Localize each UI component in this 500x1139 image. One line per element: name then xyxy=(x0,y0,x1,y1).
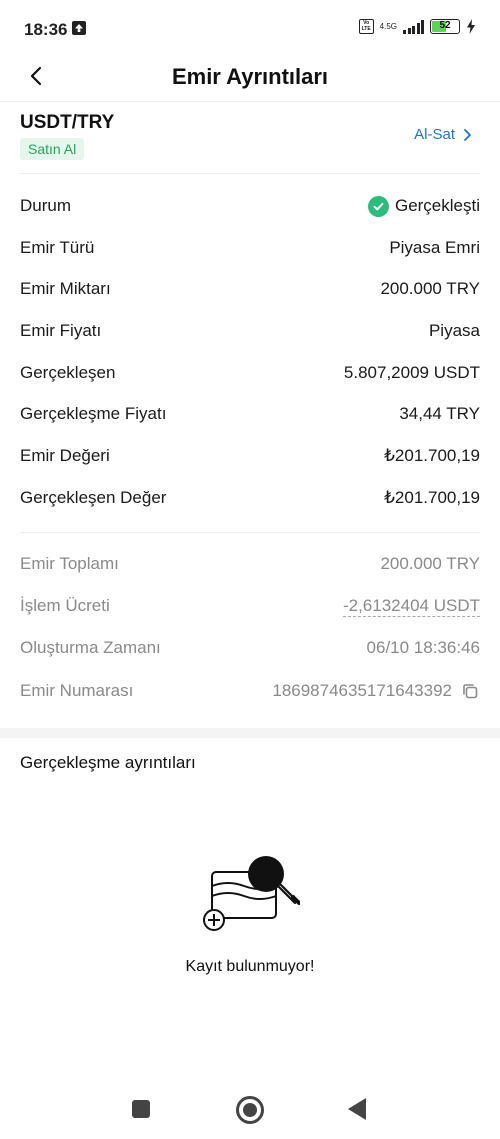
detail-row-status: Durum Gerçekleşti xyxy=(20,193,480,219)
network-type: 4.5G xyxy=(379,22,397,31)
order-number-value: 1869874635171643392 xyxy=(272,681,480,701)
price-label: Emir Fiyatı xyxy=(20,321,102,340)
charging-bolt-icon xyxy=(467,19,475,34)
filled-label: Gerçekleşen xyxy=(20,363,116,382)
system-nav-bar xyxy=(0,1082,500,1139)
amount-label: Emir Miktarı xyxy=(20,279,111,298)
pair-section: USDT/TRY Satın Al Al-Sat xyxy=(20,112,480,160)
side-badge: Satın Al xyxy=(20,138,85,160)
page-title: Emir Ayrıntıları xyxy=(171,64,329,89)
detail-row-order-value: Emir Değeri ₺201.700,19 xyxy=(20,443,480,469)
divider xyxy=(20,532,480,533)
order-type-value: Piyasa Emri xyxy=(389,238,480,257)
filled-value-value: ₺201.700,19 xyxy=(384,488,480,507)
home-button[interactable] xyxy=(236,1096,264,1124)
summary-row-fee: İşlem Ücreti -2,6132404 USDT xyxy=(20,593,480,619)
check-circle-icon xyxy=(367,195,389,217)
status-value-text: Gerçekleşti xyxy=(394,196,480,215)
battery-level: 52 xyxy=(439,20,451,31)
filled-value-label: Gerçekleşen Değer xyxy=(20,488,167,507)
detail-row-filled-price: Gerçekleşme Fiyatı 34,44 TRY xyxy=(20,401,480,427)
order-number-text: 1869874635171643392 xyxy=(272,681,452,700)
recent-apps-button[interactable] xyxy=(132,1100,150,1118)
section-separator xyxy=(0,728,500,738)
created-value: 06/10 18:36:46 xyxy=(366,638,480,657)
filled-price-label: Gerçekleşme Fiyatı xyxy=(20,404,167,423)
copy-icon[interactable] xyxy=(460,681,480,701)
trade-link-label: Al-Sat xyxy=(414,126,455,143)
summary-row-created: Oluşturma Zamanı 06/10 18:36:46 xyxy=(20,635,480,661)
volte-icon: Vo LTE xyxy=(358,19,374,34)
executions-title: Gerçekleşme ayrıntıları xyxy=(20,753,196,772)
detail-row-filled-value: Gerçekleşen Değer ₺201.700,19 xyxy=(20,485,480,511)
detail-row-amount: Emir Miktarı 200.000 TRY xyxy=(20,276,480,302)
price-value: Piyasa xyxy=(428,321,480,340)
upload-notification-icon xyxy=(72,21,86,35)
fee-label: İşlem Ücreti xyxy=(20,596,110,615)
detail-row-price: Emir Fiyatı Piyasa xyxy=(20,318,480,344)
summary-row-order-number: Emir Numarası 1869874635171643392 xyxy=(20,678,480,704)
order-value-label: Emir Değeri xyxy=(20,446,110,465)
empty-wallet-search-icon xyxy=(203,856,300,931)
chevron-right-icon xyxy=(464,128,471,141)
order-number-label: Emir Numarası xyxy=(20,681,134,700)
order-type-label: Emir Türü xyxy=(20,238,95,257)
empty-state-text: Kayıt bulunmuyor! xyxy=(185,958,315,975)
pair-name: USDT/TRY xyxy=(20,112,115,133)
detail-row-filled: Gerçekleşen 5.807,2009 USDT xyxy=(20,360,480,386)
amount-value: 200.000 TRY xyxy=(380,279,480,298)
signal-icon xyxy=(403,19,424,34)
fee-value[interactable]: -2,6132404 USDT xyxy=(342,596,480,617)
divider xyxy=(20,173,480,174)
order-value-value: ₺201.700,19 xyxy=(384,446,480,465)
detail-row-order-type: Emir Türü Piyasa Emri xyxy=(20,235,480,261)
summary-row-total: Emir Toplamı 200.000 TRY xyxy=(20,551,480,577)
trade-link[interactable]: Al-Sat xyxy=(414,126,472,143)
created-label: Oluşturma Zamanı xyxy=(20,638,161,657)
total-value: 200.000 TRY xyxy=(380,554,480,573)
back-button[interactable] xyxy=(348,1098,366,1120)
app-header: Emir Ayrıntıları xyxy=(0,50,500,102)
status-indicators: Vo LTE 4.5G 52 xyxy=(358,19,476,34)
status-value: Gerçekleşti xyxy=(367,195,480,217)
total-label: Emir Toplamı xyxy=(20,554,119,573)
status-time: 18:36 xyxy=(24,20,68,39)
filled-price-value: 34,44 TRY xyxy=(399,404,480,423)
battery-icon: 52 xyxy=(430,19,460,34)
status-label: Durum xyxy=(20,196,72,215)
filled-value: 5.807,2009 USDT xyxy=(343,363,480,382)
